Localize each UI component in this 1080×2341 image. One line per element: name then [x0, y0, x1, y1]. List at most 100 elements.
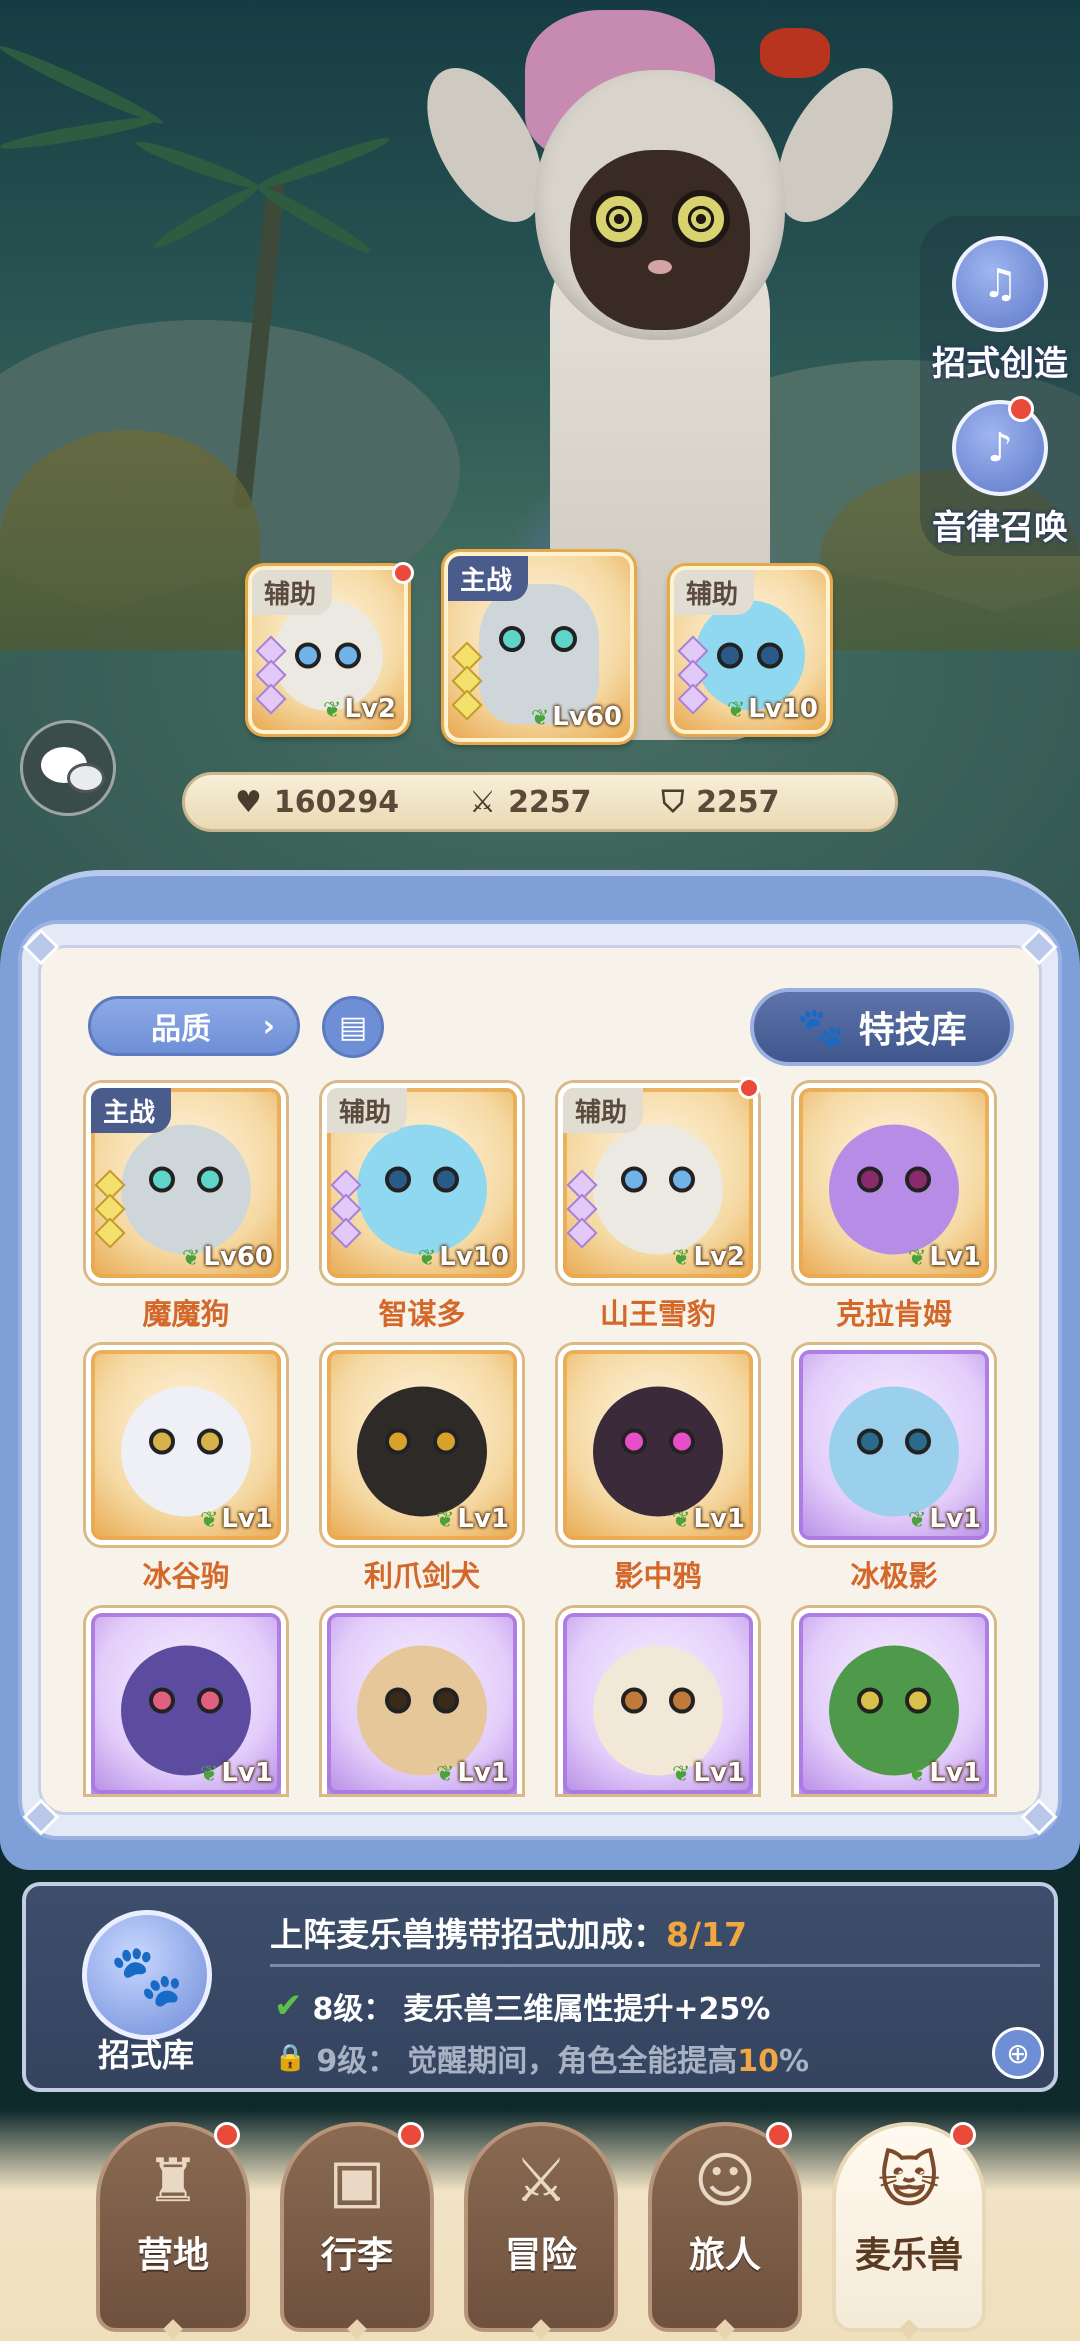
pet-card[interactable]: 主战 ❦ Lv60 魔魔狗 [86, 1083, 286, 1333]
pet-portrait-frame: ❦ Lv1 [794, 1083, 994, 1283]
role-tag: 主战 [91, 1088, 172, 1133]
role-tag: 辅助 [563, 1088, 644, 1133]
music-book-icon: ♫ [952, 236, 1048, 332]
pet-portrait-frame: ❦ Lv1 [794, 1608, 994, 1794]
chat-button[interactable] [20, 720, 116, 816]
role-tag: 辅助 [327, 1088, 408, 1133]
move-library-button[interactable]: 🐾 [82, 1910, 212, 2040]
pet-portrait-frame: 主战 ❦ Lv60 [86, 1083, 286, 1283]
paw-icon: 🐾 [109, 1940, 185, 2011]
pet-card[interactable]: ❦ Lv1 [558, 1608, 758, 1794]
pet-card[interactable]: ❦ Lv1 冰谷驹 [86, 1345, 286, 1595]
move-create-button[interactable]: ♫ 招式创造 [920, 236, 1080, 385]
pet-name: 智谋多 [378, 1297, 466, 1331]
zoom-in-button[interactable]: ⊕ [992, 2027, 1044, 2079]
book-icon: ▤ [338, 1009, 368, 1045]
pet-card[interactable]: ❦ Lv1 [322, 1608, 522, 1794]
role-tag: 主战 [448, 556, 529, 601]
lyre-icon: ♪ [952, 400, 1048, 496]
pet-card[interactable]: ❦ Lv1 [86, 1608, 286, 1794]
team-slot-1[interactable]: 辅助 ❦ Lv2 [248, 566, 408, 734]
nav-tab[interactable]: ♜ 营地 [96, 2122, 250, 2339]
shield-icon: ⛉ [661, 784, 685, 820]
move-create-label: 招式创造 [932, 344, 1068, 384]
team-slot-2[interactable]: 主战 ❦ Lv60 [444, 552, 634, 742]
notification-dot [392, 562, 414, 584]
notification-dot [738, 1077, 760, 1099]
sheep-face [570, 150, 750, 330]
skills-library-button[interactable]: 🐾 特技库 [750, 988, 1014, 1066]
pet-card[interactable]: ❦ Lv1 影中鸦 [558, 1345, 758, 1595]
quality-sort-button[interactable]: 品质 › [88, 996, 300, 1056]
crossed-swords-icon: ⚔ [469, 784, 497, 820]
leaf-icon: ❦ [671, 1246, 691, 1271]
level-label: ❦ Lv1 [199, 1504, 273, 1534]
check-icon: ✔ [274, 1986, 303, 2026]
nav-tab-label: 旅人 [688, 2235, 761, 2276]
bonus-row-achieved: ✔ 8级： 麦乐兽三维属性提升+25% [274, 1986, 771, 2027]
nav-tab-label: 麦乐兽 [854, 2235, 963, 2276]
leaf-icon: ❦ [435, 1508, 455, 1533]
melody-summon-label: 音律召唤 [932, 508, 1068, 548]
nav-tab[interactable]: ⚔ 冒险 [464, 2122, 618, 2339]
pet-card[interactable]: ❦ Lv1 克拉肯姆 [794, 1083, 994, 1333]
level-label: ❦ Lv2 [671, 1242, 745, 1272]
pet-portrait-frame: ❦ Lv1 [86, 1345, 286, 1545]
pet-portrait-frame: ❦ Lv1 [794, 1345, 994, 1545]
hp-stat: ♥ 160294 [235, 784, 400, 820]
heart-icon: ♥ [235, 784, 262, 820]
pet-card[interactable]: ❦ Lv1 利爪剑犬 [322, 1345, 522, 1595]
backpack-icon: ▣ [328, 2146, 386, 2216]
notification-dot [214, 2122, 240, 2148]
pet-card[interactable]: 辅助 ❦ Lv2 山王雪豹 [558, 1083, 758, 1333]
nav-tab-label: 行李 [320, 2235, 393, 2276]
pet-portrait [357, 1124, 487, 1255]
leaf-icon: ❦ [199, 1508, 219, 1533]
pet-name: 冰极影 [850, 1559, 938, 1593]
leaf-icon: ❦ [907, 1508, 927, 1533]
melody-summon-button[interactable]: ♪ 音律召唤 [920, 396, 1080, 549]
pet-card[interactable]: 辅助 ❦ Lv10 智谋多 [322, 1083, 522, 1333]
role-tag: 辅助 [674, 570, 755, 615]
level-label: ❦ Lv10 [417, 1242, 509, 1272]
leaf-icon: ❦ [417, 1246, 437, 1271]
nav-tab[interactable]: ☺ 旅人 [648, 2122, 802, 2339]
pet-portrait [829, 1386, 959, 1517]
chevron-right-icon: › [262, 1009, 275, 1044]
game-scene [0, 0, 1080, 1000]
pet-book-button[interactable]: ▤ [322, 996, 384, 1058]
nav-tab[interactable]: ▣ 行李 [280, 2122, 434, 2339]
pet-portrait-frame: ❦ Lv1 [86, 1608, 286, 1794]
attack-stat: ⚔ 2257 [469, 784, 592, 820]
team-slot-3[interactable]: 辅助 ❦ Lv10 [670, 566, 830, 734]
pet-name: 冰谷驹 [142, 1559, 230, 1593]
level-label: ❦ Lv60 [181, 1242, 273, 1272]
pet-portrait-frame: ❦ Lv1 [558, 1345, 758, 1545]
pet-portrait [593, 1124, 723, 1255]
pet-portrait [593, 1645, 723, 1775]
leaf-icon: ❦ [671, 1508, 691, 1533]
move-bonus-panel: 🐾 招式库 上阵麦乐兽携带招式加成：8/17 ✔ 8级： 麦乐兽三维属性提升+2… [22, 1882, 1058, 2092]
pet-name: 克拉肯姆 [835, 1297, 952, 1331]
level-label: ❦ Lv60 [530, 702, 622, 732]
notification-dot [766, 2122, 792, 2148]
pet-card[interactable]: ❦ Lv1 [794, 1608, 994, 1794]
pet-portrait-frame: ❦ Lv1 [322, 1345, 522, 1545]
leaf-icon: ❦ [435, 1762, 455, 1787]
level-label: ❦ Lv1 [671, 1758, 745, 1788]
pet-portrait-frame: ❦ Lv1 [558, 1608, 758, 1794]
level-label: ❦ Lv1 [435, 1504, 509, 1534]
level-label: ❦ Lv1 [671, 1504, 745, 1534]
nav-tab[interactable]: 😺 麦乐兽 [832, 2122, 986, 2339]
paw-icon: 🐾 [797, 1004, 845, 1049]
leaf-icon: ❦ [671, 1762, 691, 1787]
level-label: ❦ Lv1 [435, 1758, 509, 1788]
pet-portrait [593, 1386, 723, 1517]
pet-portrait [357, 1386, 487, 1517]
pet-name: 影中鸦 [614, 1559, 702, 1593]
leaf-icon: ❦ [907, 1246, 927, 1271]
level-label: ❦ Lv2 [322, 694, 396, 724]
leaf-icon: ❦ [907, 1762, 927, 1787]
pet-name: 山王雪豹 [599, 1297, 716, 1331]
pet-card[interactable]: ❦ Lv1 冰极影 [794, 1345, 994, 1595]
